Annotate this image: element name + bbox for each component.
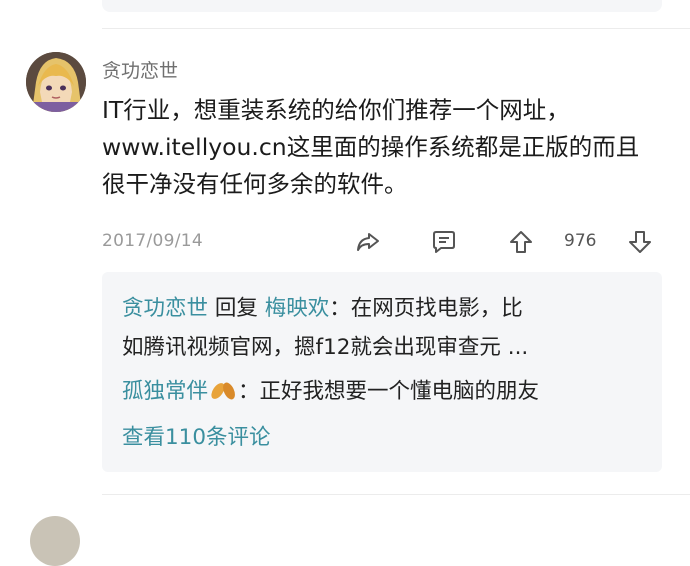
reply-text: 在网页找电影，比 bbox=[350, 296, 523, 321]
reply-author[interactable]: 孤独常伴 bbox=[122, 379, 208, 404]
reply-target[interactable]: 梅映欢 bbox=[265, 296, 330, 321]
divider bbox=[102, 28, 690, 29]
upvote-icon[interactable] bbox=[505, 226, 537, 258]
comment-body: IT行业，想重装系统的给你们推荐一个网址，www.itellyou.cn这里面的… bbox=[102, 96, 640, 198]
reply-text: 正好我想要一个懂电脑的朋友 bbox=[259, 379, 540, 404]
previous-reply-box bbox=[102, 0, 662, 12]
divider bbox=[102, 494, 690, 495]
reply-text-continued: 如腾讯视频官网，摁f12就会出现审查元 ... bbox=[122, 335, 529, 360]
reply-author[interactable]: 贪功恋世 bbox=[122, 296, 208, 321]
comment-icon[interactable] bbox=[428, 226, 460, 258]
share-icon[interactable] bbox=[352, 226, 384, 258]
avatar[interactable] bbox=[26, 52, 86, 112]
comment-date: 2017/09/14 bbox=[102, 231, 203, 251]
view-more-replies-link[interactable]: 查看110条评论 bbox=[122, 423, 271, 453]
like-count: 976 bbox=[564, 231, 597, 251]
downvote-icon[interactable] bbox=[624, 226, 656, 258]
comment-username[interactable]: 贪功恋世 bbox=[102, 56, 178, 83]
next-comment-avatar[interactable] bbox=[30, 516, 80, 566]
reply-item[interactable]: 孤独常伴 ：正好我想要一个懂电脑的朋友 bbox=[122, 377, 539, 410]
reply-word: 回复 bbox=[214, 296, 258, 321]
leaf-badge-icon bbox=[208, 377, 238, 410]
reply-separator: ： bbox=[329, 296, 351, 321]
reply-item[interactable]: 贪功恋世 回复 梅映欢：在网页找电影，比 bbox=[122, 294, 523, 324]
reply-separator: ： bbox=[238, 379, 260, 404]
